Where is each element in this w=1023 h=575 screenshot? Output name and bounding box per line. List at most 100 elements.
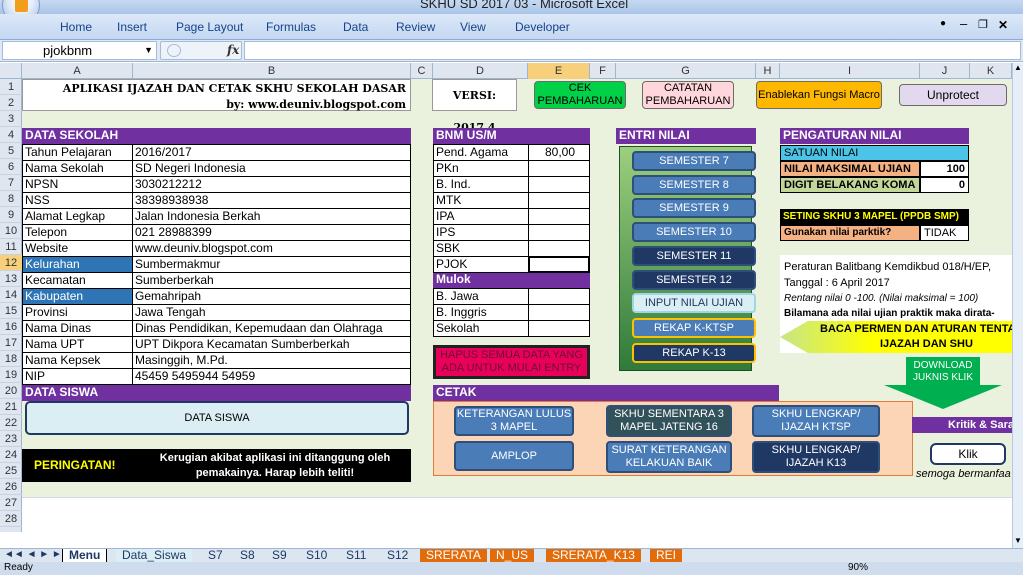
row-header[interactable]: 14: [0, 287, 22, 303]
tab-view[interactable]: View: [460, 20, 486, 34]
row-header[interactable]: 11: [0, 239, 22, 255]
semester-12-button[interactable]: SEMESTER 12: [632, 270, 756, 290]
sheet-tab-rei[interactable]: REI: [650, 549, 683, 563]
sheet-tab-menu[interactable]: Menu: [62, 549, 108, 563]
school-field-value[interactable]: 3030212212: [132, 176, 411, 193]
row-header[interactable]: 20: [0, 383, 22, 399]
row-header[interactable]: 26: [0, 479, 22, 495]
school-field-value[interactable]: Jalan Indonesia Berkah: [132, 208, 411, 225]
bnm-value-input[interactable]: 80,00: [528, 144, 590, 161]
scroll-up-icon[interactable]: ▲: [1013, 63, 1023, 75]
row-header[interactable]: 6: [0, 159, 22, 175]
bnm-value-input[interactable]: [528, 160, 590, 177]
row-header[interactable]: 28: [0, 511, 22, 527]
row-header[interactable]: 22: [0, 415, 22, 431]
school-field-value[interactable]: 2016/2017: [132, 144, 411, 161]
row-header[interactable]: 9: [0, 207, 22, 223]
semester-9-button[interactable]: SEMESTER 9: [632, 198, 756, 218]
school-field-value[interactable]: SD Negeri Indonesia: [132, 160, 411, 177]
rekap-k-13-button[interactable]: REKAP K-13: [632, 343, 756, 363]
column-header[interactable]: I: [780, 63, 920, 79]
bnm-value-input[interactable]: [528, 208, 590, 225]
tab-page-layout[interactable]: Page Layout: [176, 20, 243, 34]
column-header[interactable]: F: [590, 63, 616, 79]
keterangan-lulus-3-mapel-button[interactable]: KETERANGAN LULUS 3 MAPEL: [454, 406, 574, 436]
school-field-value[interactable]: 38398938938: [132, 192, 411, 209]
school-field-value[interactable]: www.deuniv.blogspot.com: [132, 240, 411, 257]
school-field-value[interactable]: Dinas Pendidikan, Kepemudaan dan Olahrag…: [132, 320, 411, 337]
formula-input[interactable]: [244, 41, 1021, 60]
vertical-scrollbar[interactable]: ▲ ▼: [1012, 63, 1023, 548]
mulok-value-input[interactable]: [528, 288, 590, 305]
row-header[interactable]: 3: [0, 111, 22, 127]
nilai-praktik-select[interactable]: TIDAK: [920, 225, 969, 241]
semester-10-button[interactable]: SEMESTER 10: [632, 222, 756, 242]
column-header[interactable]: A: [22, 63, 133, 79]
school-field-value[interactable]: UPT Dikpora Kecamatan Sumberberkah: [132, 336, 411, 353]
row-header[interactable]: 2: [0, 95, 22, 111]
input-nilai-ujian-button[interactable]: INPUT NILAI UJIAN: [632, 293, 756, 313]
tab-review[interactable]: Review: [396, 20, 435, 34]
digit-koma-input[interactable]: 0: [920, 177, 969, 193]
semester-11-button[interactable]: SEMESTER 11: [632, 246, 756, 266]
amplop-button[interactable]: AMPLOP: [454, 441, 574, 471]
sheet-tab-srerata-k13[interactable]: SRERATA_K13: [546, 549, 641, 563]
baca-permen-banner[interactable]: BACA PERMEN DAN ATURAN TENTAN IJAZAH DAN…: [780, 321, 1012, 353]
bnm-value-input[interactable]: [528, 240, 590, 257]
row-header[interactable]: 1: [0, 79, 22, 95]
download-juknis-button[interactable]: DOWNLOAD JUKNIS KLIK: [884, 357, 1002, 409]
row-header[interactable]: 13: [0, 271, 22, 287]
chevron-down-icon[interactable]: ▼: [144, 42, 153, 59]
school-field-value[interactable]: Sumberberkah: [132, 272, 411, 289]
scroll-down-icon[interactable]: ▼: [1013, 536, 1023, 548]
empty-rows[interactable]: [22, 497, 1012, 532]
column-header[interactable]: B: [133, 63, 411, 79]
row-header[interactable]: 8: [0, 191, 22, 207]
sheet-tab-s9[interactable]: S9: [266, 549, 293, 563]
skhu-lengkap-ijazah-k13-button[interactable]: SKHU LENGKAP/ IJAZAH K13: [752, 441, 880, 473]
tab-formulas[interactable]: Formulas: [266, 20, 316, 34]
bnm-value-input[interactable]: [528, 256, 590, 273]
catatan-pembaharuan-button[interactable]: CATATAN PEMBAHARUAN: [642, 81, 734, 109]
row-header[interactable]: 16: [0, 319, 22, 335]
row-header[interactable]: 12: [0, 255, 22, 271]
column-header[interactable]: C: [411, 63, 433, 79]
sheet-tab-s12[interactable]: S12: [381, 549, 415, 563]
column-header[interactable]: K: [970, 63, 1012, 79]
row-header[interactable]: 27: [0, 495, 22, 511]
insert-function-icon[interactable]: fx: [227, 43, 239, 57]
row-header[interactable]: 21: [0, 399, 22, 415]
row-header[interactable]: 5: [0, 143, 22, 159]
school-field-value[interactable]: 021 28988399: [132, 224, 411, 241]
bnm-value-input[interactable]: [528, 176, 590, 193]
school-field-value[interactable]: Sumbermakmur: [132, 256, 411, 273]
sheet-tab-s10[interactable]: S10: [300, 549, 334, 563]
row-header[interactable]: 18: [0, 351, 22, 367]
cek-pembaharuan-button[interactable]: CEK PEMBAHARUAN: [534, 81, 626, 109]
row-header[interactable]: 15: [0, 303, 22, 319]
name-box[interactable]: pjokbnm ▼: [2, 41, 157, 60]
school-field-value[interactable]: Masinggih, M.Pd.: [132, 352, 411, 369]
tab-insert[interactable]: Insert: [117, 20, 147, 34]
sheet-tab-s7[interactable]: S7: [202, 549, 229, 563]
mulok-value-input[interactable]: [528, 304, 590, 321]
column-header[interactable]: J: [920, 63, 970, 79]
sheet-tab-n-us[interactable]: N_US: [490, 549, 535, 563]
row-header[interactable]: 23: [0, 431, 22, 447]
school-field-value[interactable]: Jawa Tengah: [132, 304, 411, 321]
row-header[interactable]: 19: [0, 367, 22, 383]
row-header[interactable]: 4: [0, 127, 22, 143]
surat-keterangan-kelakuan-baik-button[interactable]: SURAT KETERANGAN KELAKUAN BAIK: [606, 441, 732, 473]
klik-button[interactable]: Klik: [930, 443, 1006, 465]
window-controls[interactable]: ● – ❐ ✕: [940, 16, 1015, 34]
office-button[interactable]: [2, 0, 40, 14]
worksheet-grid[interactable]: APLIKASI IJAZAH DAN CETAK SKHU SEKOLAH D…: [22, 79, 1012, 532]
tab-home[interactable]: Home: [60, 20, 92, 34]
semester-7-button[interactable]: SEMESTER 7: [632, 151, 756, 171]
sheet-tab-s11[interactable]: S11: [340, 549, 373, 563]
select-all-corner[interactable]: [0, 63, 22, 79]
school-field-value[interactable]: Gemahripah: [132, 288, 411, 305]
row-header[interactable]: 25: [0, 463, 22, 479]
tab-developer[interactable]: Developer: [515, 20, 570, 34]
column-header-selected[interactable]: E: [528, 63, 590, 79]
